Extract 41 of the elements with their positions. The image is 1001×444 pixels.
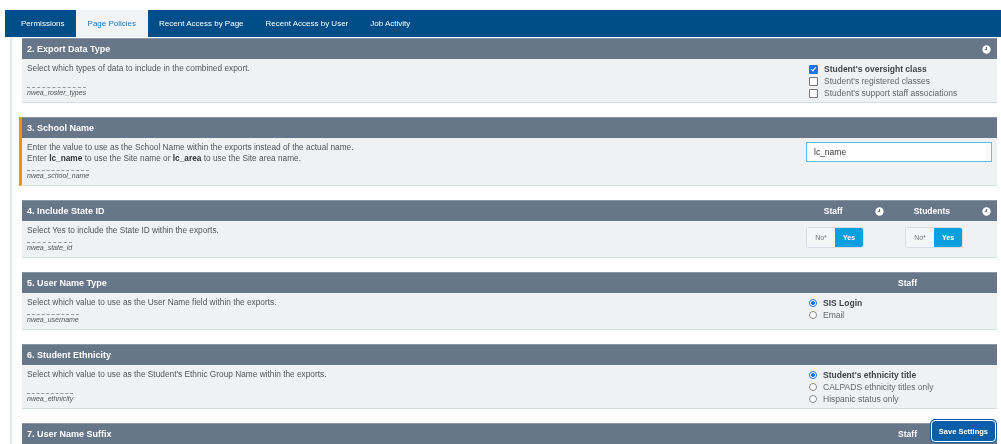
radio-button[interactable] bbox=[809, 299, 817, 307]
radio-button[interactable] bbox=[809, 383, 817, 391]
radio-button[interactable] bbox=[809, 311, 817, 319]
radio-button[interactable] bbox=[809, 395, 817, 403]
section-title: 4. Include State ID bbox=[27, 206, 106, 216]
history-icon[interactable] bbox=[982, 206, 991, 216]
section-title: 6. Student Ethnicity bbox=[27, 350, 112, 360]
school-name-field[interactable]: lc_name bbox=[806, 142, 992, 162]
option-label: SIS Login bbox=[823, 298, 863, 308]
setting-description: Enter lc_name to use the Site name or lc_area to use the Site area name. bbox=[27, 153, 302, 164]
option-label: Email bbox=[823, 310, 845, 320]
setting-description: Select Yes to include the State ID within the exports. bbox=[27, 225, 220, 236]
tab[interactable]: Permissions bbox=[10, 10, 76, 37]
radio-button[interactable] bbox=[809, 371, 817, 379]
section-title: 5. User Name Type bbox=[27, 278, 108, 288]
tab[interactable]: Page Policies bbox=[75, 10, 149, 37]
checkbox[interactable] bbox=[809, 76, 818, 86]
option-label: Hispanic status only bbox=[823, 394, 899, 404]
section-title: 3. School Name bbox=[27, 123, 96, 133]
section-title: 2. Export Data Type bbox=[27, 44, 112, 54]
column-label: Students bbox=[913, 206, 950, 216]
option-label: Student's ethnicity title bbox=[823, 370, 917, 380]
tab[interactable]: Recent Access by User bbox=[254, 10, 360, 37]
checkbox[interactable] bbox=[809, 64, 818, 74]
setting-description: Select which value to use as the User Name field within the exports. bbox=[27, 297, 278, 308]
column-label: Staff bbox=[898, 278, 917, 288]
section-title: 7. User Name Suffix bbox=[27, 429, 113, 439]
setting-description: Select which types of data to include in the combined export. bbox=[27, 63, 251, 74]
tab[interactable]: Recent Access by Page bbox=[148, 10, 255, 37]
tab[interactable]: Job Activity bbox=[359, 10, 422, 37]
history-icon[interactable] bbox=[982, 44, 991, 54]
checkbox[interactable] bbox=[809, 88, 818, 98]
option-label: Student's oversight class bbox=[824, 64, 927, 74]
column-label: Staff bbox=[823, 206, 843, 216]
option-label: Student's registered classes bbox=[824, 76, 931, 86]
history-icon[interactable] bbox=[874, 206, 884, 216]
column-label: Staff bbox=[898, 429, 917, 439]
setting-description: Enter the value to use as the School Name within the exports instead of the actual name. bbox=[27, 142, 355, 153]
option-label: CALPADS ethnicity titles only bbox=[823, 382, 934, 392]
option-label: Student's support staff associations bbox=[824, 88, 958, 98]
setting-description: Select which value to use as the Student's Ethnic Group Name within the exports. bbox=[27, 369, 328, 380]
